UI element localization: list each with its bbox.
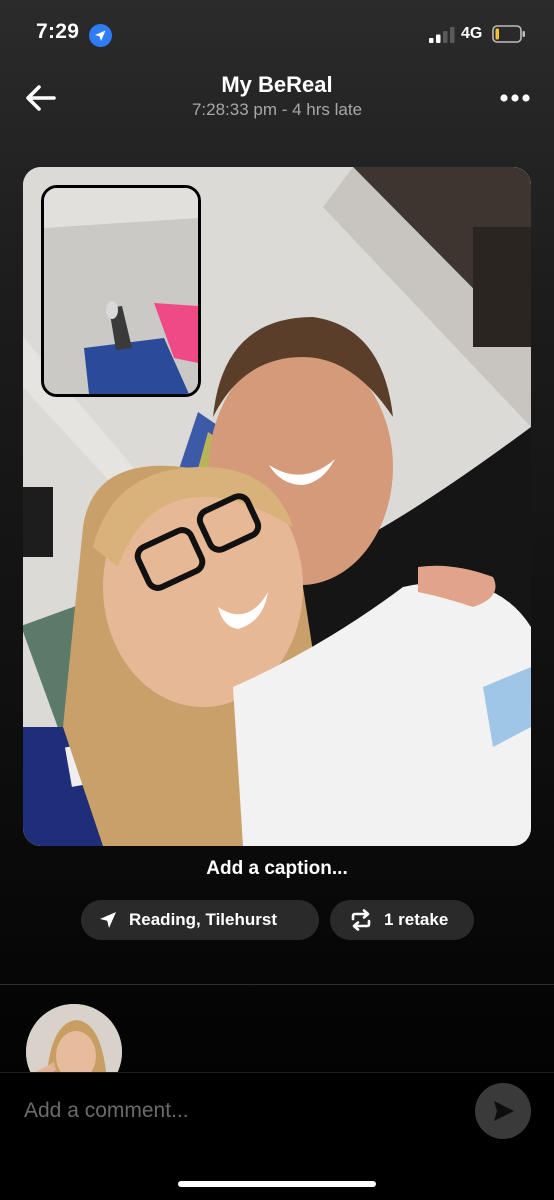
main-photo[interactable] (23, 167, 531, 846)
comment-input[interactable] (24, 1096, 444, 1126)
location-arrow-icon (89, 24, 112, 47)
send-icon (494, 1101, 514, 1121)
send-comment-button[interactable] (475, 1083, 531, 1139)
page-title: My BeReal (221, 72, 333, 97)
location-arrow-icon (100, 912, 116, 928)
post-timestamp: 7:28:33 pm - 4 hrs late (191, 100, 363, 119)
location-chip[interactable]: Reading, Tilehurst (81, 900, 319, 940)
retake-label: 1 retake (384, 910, 449, 929)
retake-icon (351, 909, 371, 931)
front-camera-inset[interactable] (41, 185, 201, 397)
location-label: Reading, Tilehurst (129, 910, 277, 929)
bereal-post-screen: 7:29 4G My BeReal 7:28:33 pm - 4 hrs lat… (0, 0, 554, 1200)
home-indicator (178, 1181, 376, 1187)
cellular-signal-icon (429, 27, 455, 43)
inset-image (44, 188, 198, 394)
more-dots-icon (500, 94, 530, 102)
add-caption-button[interactable]: Add a caption... (0, 858, 554, 880)
retake-chip[interactable]: 1 retake (330, 900, 474, 940)
network-type: 4G (461, 25, 483, 42)
status-time: 7:29 (36, 20, 80, 43)
battery-low-icon (492, 25, 526, 43)
section-divider (0, 984, 554, 985)
more-options-button[interactable] (496, 88, 534, 108)
